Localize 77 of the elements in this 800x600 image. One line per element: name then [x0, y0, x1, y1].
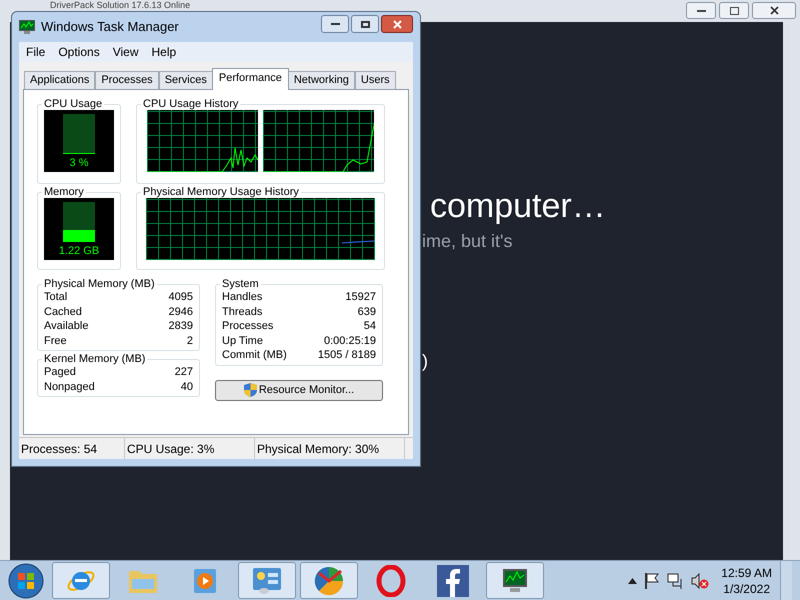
monitor-graph-icon: [500, 566, 530, 594]
stat-label: Processes: [222, 319, 274, 334]
stat-value: 0:00:25:19: [324, 334, 376, 348]
flag-icon[interactable]: [645, 572, 660, 588]
network-icon[interactable]: [667, 572, 684, 588]
speaker-muted-icon[interactable]: [691, 572, 710, 588]
taskbar-button[interactable]: [486, 562, 544, 599]
close-button[interactable]: [381, 15, 413, 33]
heading-text: computer…: [430, 186, 606, 227]
minimize-button[interactable]: [321, 15, 349, 33]
stat-label: Nonpaged: [44, 380, 95, 394]
meter-reading: 3 %: [70, 157, 88, 170]
body-text: ): [422, 350, 429, 372]
stat-label: Paged: [44, 365, 76, 380]
stat-value: 1505 / 8189: [318, 348, 376, 362]
group-title: CPU Usage History: [142, 98, 240, 110]
close-icon: [392, 20, 402, 28]
group-title: Memory: [43, 186, 85, 198]
stat-value: 2: [186, 334, 193, 348]
caret-up-icon[interactable]: [628, 578, 638, 584]
control-panel-icon: [251, 566, 283, 596]
stat-value: 639: [358, 304, 376, 319]
stat-label: Up Time: [222, 334, 263, 348]
menu-item[interactable]: Help: [146, 43, 182, 61]
stat-label: Cached: [44, 304, 82, 319]
group-title: CPU Usage: [43, 98, 104, 110]
monitor-graph-icon: [19, 20, 35, 34]
stat-value: 54: [364, 319, 376, 334]
play-icon: [192, 566, 218, 594]
clock-date: 1/3/2022: [723, 580, 770, 596]
taskbar-button[interactable]: [52, 562, 110, 599]
close-button[interactable]: [752, 2, 796, 19]
menu-item[interactable]: Options: [52, 43, 106, 61]
tab[interactable]: Networking: [288, 71, 355, 89]
stat-label: Commit (MB): [222, 348, 287, 362]
close-icon: [770, 6, 778, 15]
tab[interactable]: Processes: [95, 71, 159, 89]
maximize-button[interactable]: [351, 15, 379, 33]
body-text: ime, but it's: [422, 230, 514, 252]
stat-value: 15927: [345, 290, 376, 304]
window-title: Windows Task Manager: [41, 18, 179, 36]
group-title: Kernel Memory (MB): [43, 353, 146, 365]
clock-time: 12:59 AM: [721, 564, 772, 580]
ring-o-icon: [376, 564, 406, 596]
stat-label: Total: [44, 290, 68, 304]
group-title: Physical Memory Usage History: [142, 186, 300, 198]
stat-value: 2839: [168, 319, 193, 334]
menu-item[interactable]: View: [106, 43, 144, 61]
stat-value: 4095: [168, 290, 193, 304]
shield-icon: [244, 383, 257, 397]
restore-button[interactable]: [719, 2, 749, 19]
stat-label: Free: [44, 334, 67, 348]
tab[interactable]: Users: [354, 71, 396, 89]
f-logo-icon: [437, 564, 469, 596]
windows-orb-icon: [8, 562, 44, 598]
minimize-button[interactable]: [686, 2, 716, 19]
resource-monitor-button[interactable]: Resource Monitor...: [215, 380, 383, 400]
group-title: System: [221, 278, 260, 290]
group-title: Physical Memory (MB): [43, 278, 156, 290]
taskbar-button[interactable]: [300, 562, 358, 599]
status-text: Physical Memory: 30%: [255, 438, 405, 459]
status-text: CPU Usage: 3%: [125, 438, 255, 459]
tab[interactable]: Services: [158, 71, 213, 89]
clock[interactable]: 12:59 AM 1/3/2022: [721, 564, 772, 596]
stat-label: Available: [44, 319, 88, 334]
stat-value: 40: [180, 380, 193, 394]
stat-label: Handles: [222, 290, 262, 304]
meter-reading: 1.22 GB: [58, 245, 100, 258]
tab[interactable]: Performance: [212, 68, 289, 90]
stat-value: 227: [174, 365, 193, 380]
stat-value: 2946: [168, 304, 193, 319]
color-wheel-icon: [313, 564, 345, 596]
menu-item[interactable]: File: [20, 43, 52, 61]
stat-label: Threads: [222, 304, 262, 319]
tab[interactable]: Applications: [24, 71, 96, 89]
status-text: Processes: 54: [19, 438, 125, 459]
window-title: DriverPack Solution 17.6.13 Online: [50, 0, 190, 10]
